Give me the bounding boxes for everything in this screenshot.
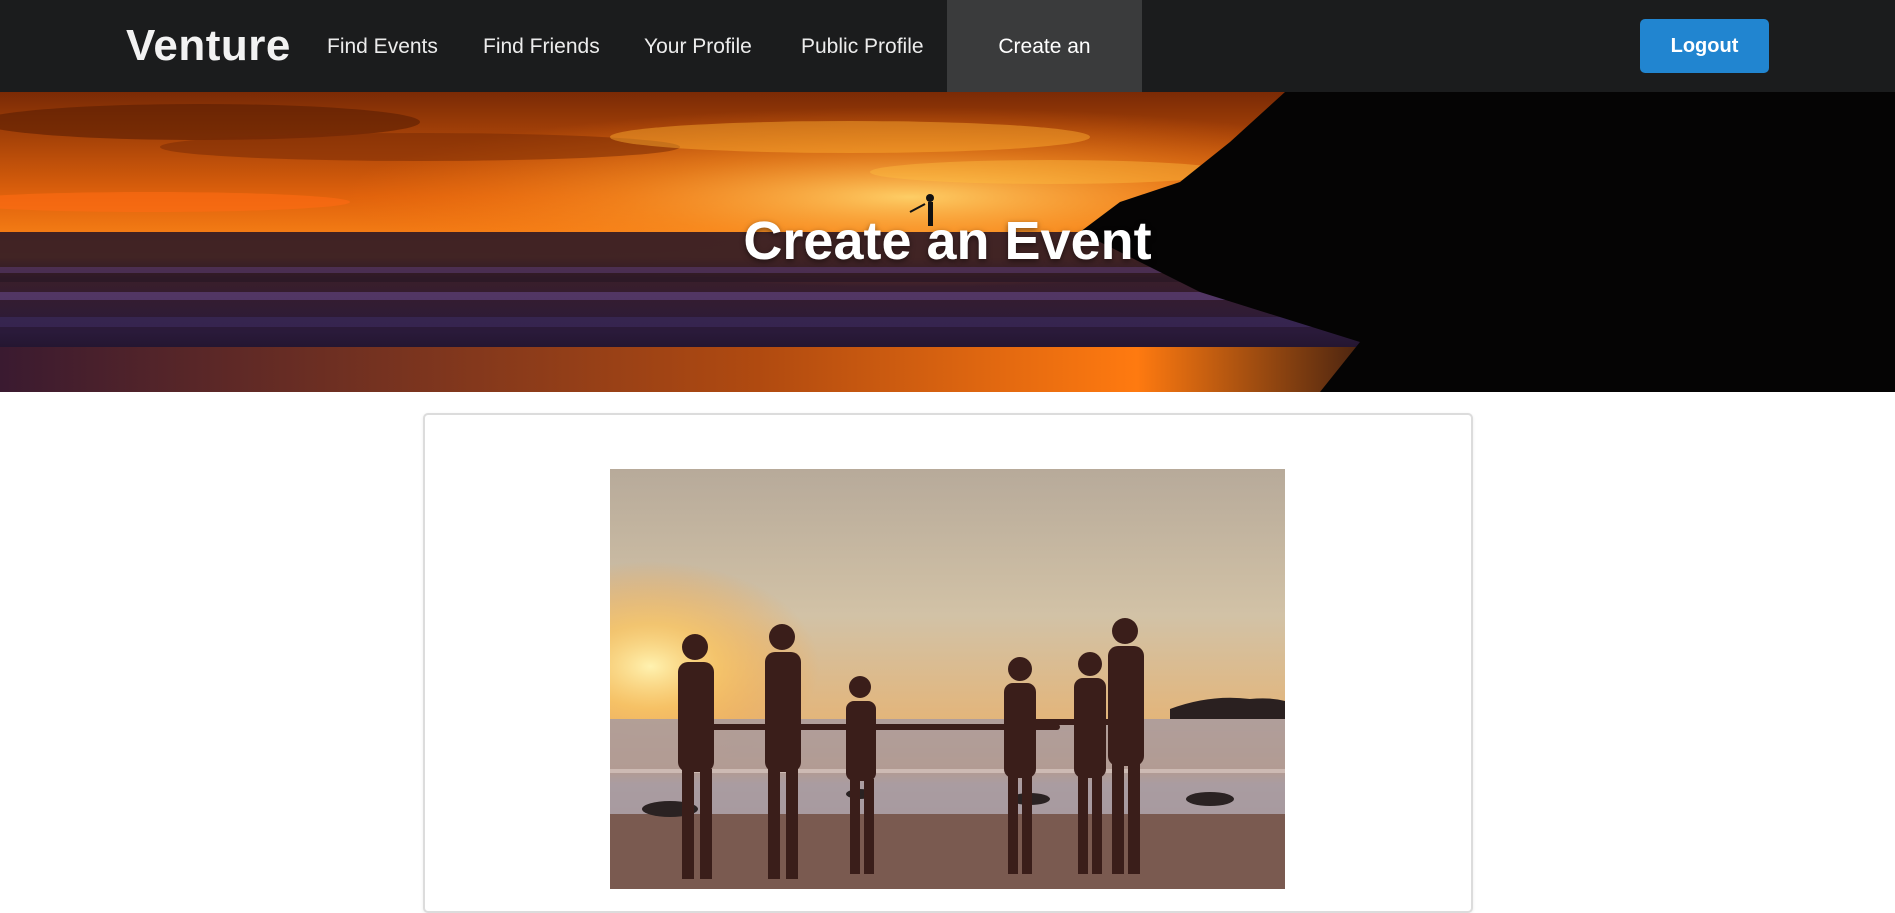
- friends-on-beach-photo: [610, 469, 1285, 889]
- brand-logo[interactable]: Venture: [126, 0, 291, 92]
- nav-public-profile[interactable]: Public Profile: [777, 0, 948, 92]
- event-cover-image: [610, 469, 1285, 889]
- nav-your-profile[interactable]: Your Profile: [620, 0, 776, 92]
- page-title: Create an Event: [743, 211, 1152, 271]
- logout-button[interactable]: Logout: [1640, 19, 1769, 73]
- hero-banner: Create an Event: [0, 92, 1895, 392]
- nav-find-friends[interactable]: Find Friends: [459, 0, 624, 92]
- nav-create-event[interactable]: Create an Event: [947, 0, 1142, 152]
- top-navbar: Venture Find Events Find Friends Your Pr…: [0, 0, 1895, 152]
- nav-find-events[interactable]: Find Events: [303, 0, 462, 92]
